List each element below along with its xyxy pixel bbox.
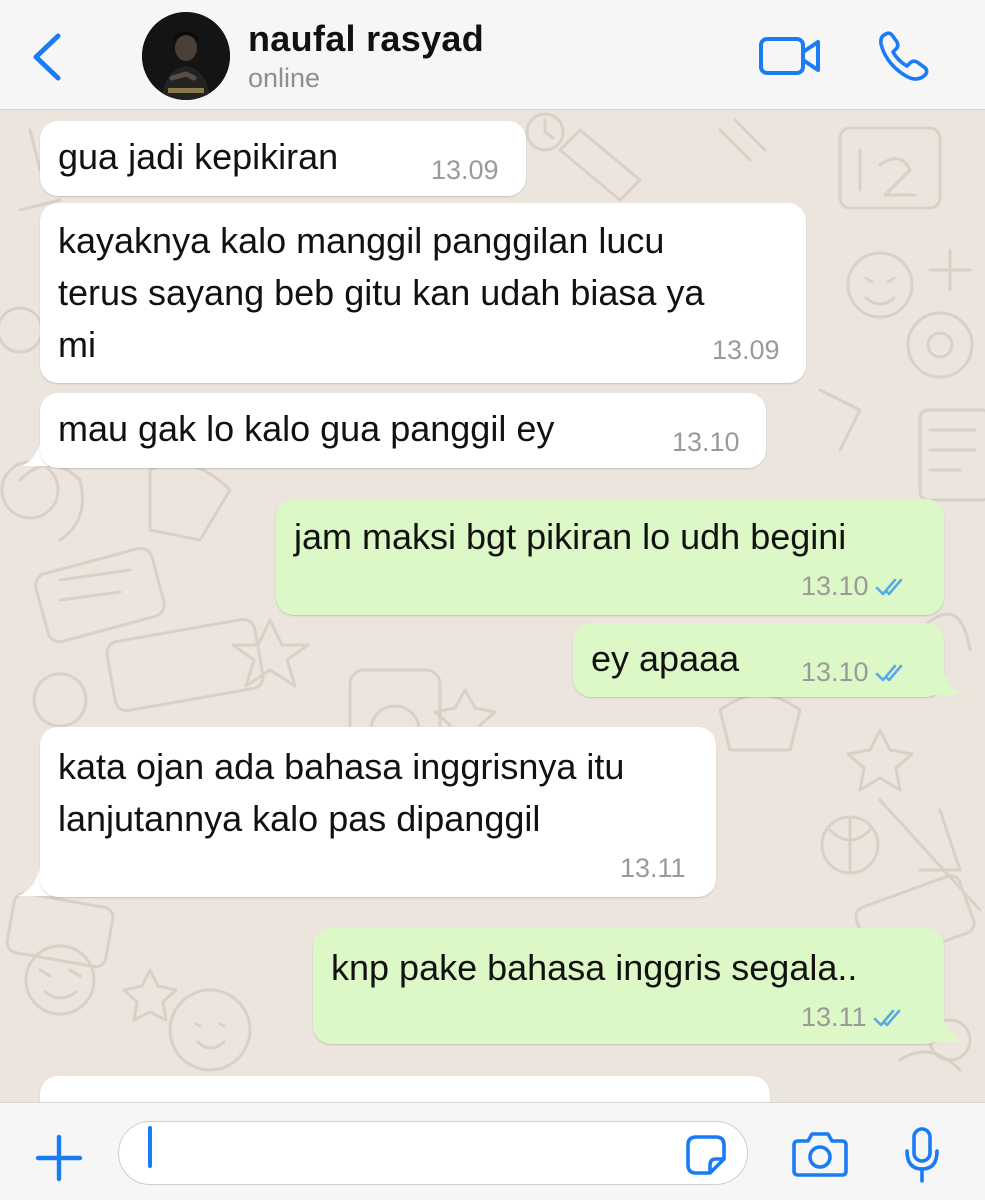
message-time: 13.10 (801, 571, 869, 601)
message-time-status: 13.10 (801, 657, 909, 687)
text-caret (148, 1126, 152, 1168)
message-time: 13.11 (620, 853, 686, 883)
message-outgoing[interactable]: jam maksi bgt pikiran lo udh begini 13.1… (276, 499, 944, 615)
read-ticks-icon (875, 664, 902, 682)
bubble-tail (930, 1014, 964, 1042)
video-camera-icon[interactable] (758, 32, 822, 80)
message-input-bar (0, 1102, 985, 1200)
message-input[interactable] (118, 1121, 748, 1185)
contact-name[interactable]: naufal rasyad (248, 18, 484, 60)
message-time-status: 13.11 (801, 1002, 907, 1032)
message-time: 13.09 (712, 335, 780, 365)
bubble-tail (930, 667, 964, 695)
message-text: knp pake bahasa inggris segala.. (331, 947, 858, 988)
chat-area[interactable]: gua jadi kepikiran 13.09 kayaknya kalo m… (0, 110, 985, 1102)
read-ticks-icon (875, 578, 902, 596)
message-incoming[interactable]: mau gak lo kalo gua panggil ey 13.10 (40, 393, 766, 468)
message-incoming[interactable]: kata ojan ada bahasa inggrisnya itu lanj… (40, 727, 716, 897)
message-text: jam maksi bgt pikiran lo udh begini (294, 516, 847, 557)
contact-status: online (248, 63, 321, 93)
message-text: mau gak lo kalo gua panggil ey (58, 408, 555, 449)
message-text: gua jadi kepikiran (58, 136, 339, 177)
message-time: 13.10 (801, 657, 869, 687)
message-outgoing[interactable]: ey apaaa 13.10 (573, 623, 944, 697)
message-text: kayaknya kalo manggil panggilan lucu ter… (58, 215, 704, 371)
message-time: 13.11 (801, 1002, 867, 1032)
message-text: ey apaaa (591, 638, 740, 679)
message-time: 13.09 (431, 155, 499, 185)
message-time: 13.10 (672, 427, 740, 457)
plus-icon[interactable] (34, 1133, 84, 1183)
chat-header: naufal rasyad online (0, 0, 985, 110)
message-line: mi (58, 324, 96, 365)
sticker-icon[interactable] (684, 1133, 728, 1177)
chevron-left-icon[interactable] (28, 32, 68, 82)
message-incoming-partial[interactable] (40, 1076, 770, 1102)
avatar[interactable] (142, 12, 230, 100)
message-line: lanjutannya kalo pas dipanggil (58, 798, 541, 839)
message-outgoing[interactable]: knp pake bahasa inggris segala.. 13.11 (313, 928, 944, 1044)
message-line: kayaknya kalo manggil panggilan lucu (58, 220, 665, 261)
microphone-icon[interactable] (904, 1127, 940, 1183)
message-incoming[interactable]: gua jadi kepikiran 13.09 (40, 121, 526, 196)
read-ticks-icon (873, 1009, 900, 1027)
avatar-photo (142, 12, 230, 100)
message-text: kata ojan ada bahasa inggrisnya itu lanj… (58, 741, 624, 845)
message-line: kata ojan ada bahasa inggrisnya itu (58, 746, 625, 787)
message-line: terus sayang beb gitu kan udah biasa ya (58, 272, 705, 313)
message-time-status: 13.10 (801, 571, 909, 601)
camera-icon[interactable] (792, 1131, 848, 1177)
phone-icon[interactable] (876, 30, 932, 82)
message-incoming[interactable]: kayaknya kalo manggil panggilan lucu ter… (40, 203, 806, 383)
